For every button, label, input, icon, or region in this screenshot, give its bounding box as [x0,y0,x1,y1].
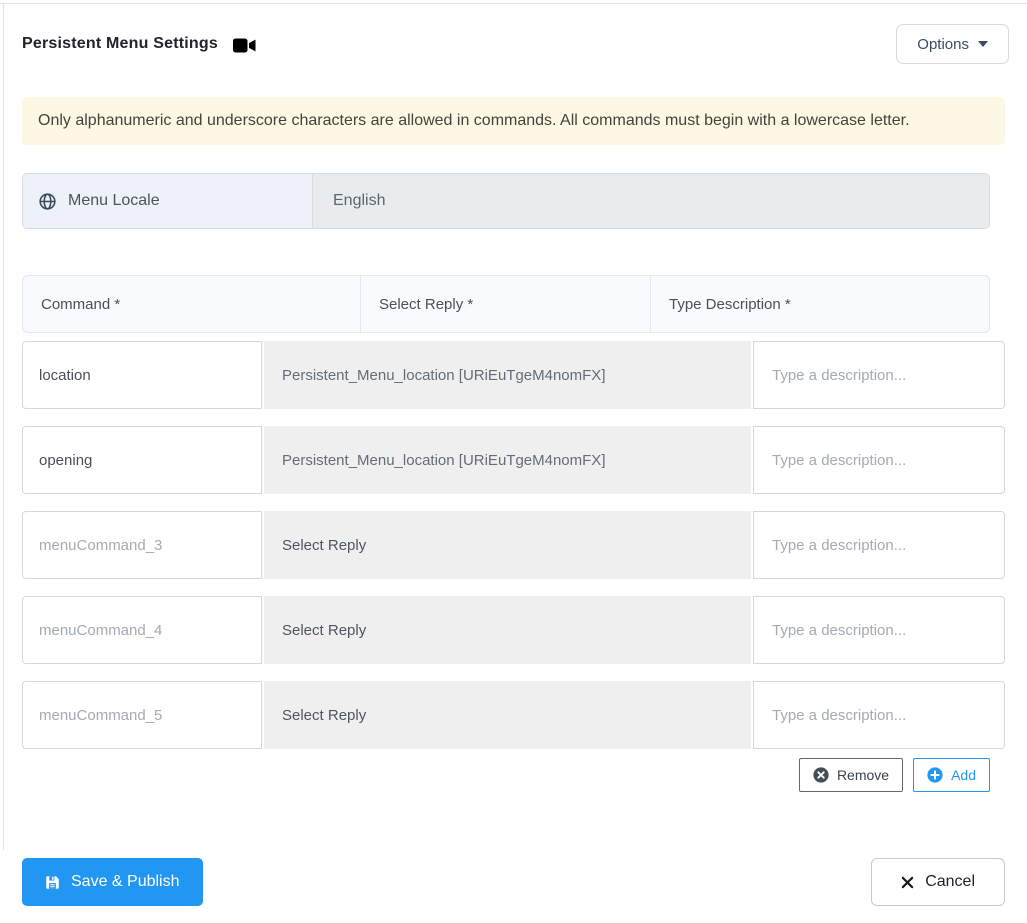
description-input-5[interactable] [753,681,1005,749]
persistent-menu-settings-panel: Persistent Menu Settings Options Only al… [0,0,1027,923]
menu-locale-value: English [313,174,989,228]
commands-table-header: Command * Select Reply * Type Descriptio… [22,275,990,333]
reply-select-3-value: Select Reply [282,536,367,554]
remove-button[interactable]: Remove [798,758,904,792]
panel-header: Persistent Menu Settings Options [0,0,1027,64]
reply-select-2[interactable]: Persistent_Menu_location [URiEuTgeM4nomF… [264,426,751,494]
header-command: Command * [23,276,361,332]
save-publish-button-label: Save & Publish [71,873,180,890]
menu-locale-label: Menu Locale [23,174,313,228]
table-row: Persistent_Menu_location [URiEuTgeM4nomF… [22,426,1005,494]
header-select-reply: Select Reply * [361,276,651,332]
command-input-1[interactable] [22,341,262,409]
table-row: Select Reply [22,511,1005,579]
reply-select-4-value: Select Reply [282,621,367,639]
cancel-button-label: Cancel [925,873,975,890]
video-camera-icon[interactable] [232,38,256,53]
reply-select-2-value: Persistent_Menu_location [URiEuTgeM4nomF… [282,451,606,469]
header-type-description: Type Description * [669,295,791,313]
options-button[interactable]: Options [896,24,1009,64]
reply-select-1-value: Persistent_Menu_location [URiEuTgeM4nomF… [282,366,606,384]
menu-locale-label-text: Menu Locale [68,192,160,209]
command-input-5[interactable] [22,681,262,749]
cancel-button[interactable]: Cancel [871,858,1005,906]
remove-button-label: Remove [836,767,890,783]
command-input-4[interactable] [22,596,262,664]
caret-down-icon [978,41,988,47]
page-title: Persistent Menu Settings [22,35,218,52]
options-button-label: Options [917,35,969,53]
circle-x-icon [813,767,829,783]
row-actions: Remove Add [0,758,1027,792]
save-publish-button[interactable]: Save & Publish [22,858,203,906]
reply-select-3[interactable]: Select Reply [264,511,751,579]
table-row: Persistent_Menu_location [URiEuTgeM4nomF… [22,341,1005,409]
menu-locale-value-text: English [333,192,386,209]
floppy-disk-icon [45,875,60,890]
add-button-label: Add [951,767,976,783]
reply-select-4[interactable]: Select Reply [264,596,751,664]
title-wrap: Persistent Menu Settings [22,35,256,53]
command-rules-alert-text: Only alphanumeric and underscore charact… [38,112,910,129]
circle-plus-icon [927,767,943,783]
command-input-2[interactable] [22,426,262,494]
add-button[interactable]: Add [913,758,990,792]
description-input-3[interactable] [753,511,1005,579]
command-rules-alert: Only alphanumeric and underscore charact… [22,97,1005,145]
reply-select-5[interactable]: Select Reply [264,681,751,749]
description-input-4[interactable] [753,596,1005,664]
x-icon [901,876,914,889]
panel-footer: Save & Publish Cancel [0,858,1027,906]
table-row: Select Reply [22,681,1005,749]
command-input-3[interactable] [22,511,262,579]
description-input-2[interactable] [753,426,1005,494]
globe-icon [39,192,56,210]
reply-select-5-value: Select Reply [282,706,367,724]
reply-select-1[interactable]: Persistent_Menu_location [URiEuTgeM4nomF… [264,341,751,409]
description-input-1[interactable] [753,341,1005,409]
table-row: Select Reply [22,596,1005,664]
menu-locale-group: Menu Locale English [22,173,990,229]
